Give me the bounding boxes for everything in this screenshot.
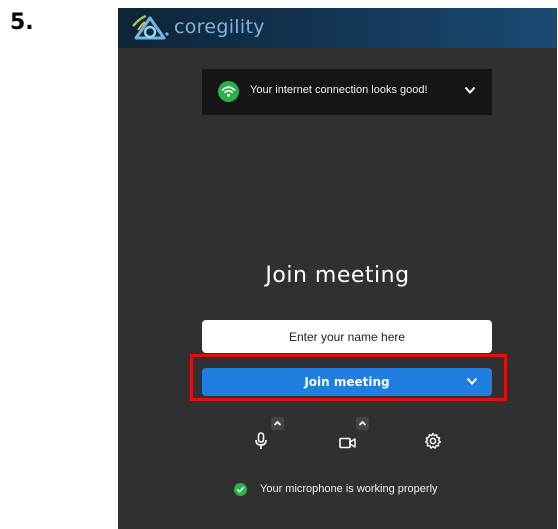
step-number: 5.: [10, 10, 34, 35]
gear-icon: [425, 432, 441, 449]
chevron-up-icon: [358, 420, 367, 426]
microphone-options-button[interactable]: [271, 417, 284, 430]
join-meeting-button[interactable]: Join meeting: [202, 368, 492, 396]
chevron-down-icon[interactable]: [466, 377, 478, 386]
settings-button[interactable]: [424, 432, 442, 455]
mic-status-text: Your microphone is working properly: [260, 483, 438, 495]
chevron-down-icon[interactable]: [464, 86, 476, 95]
camera-options-button[interactable]: [356, 417, 369, 430]
brand-name: coregility: [174, 16, 265, 38]
connection-status-text: Your internet connection looks good!: [250, 84, 428, 96]
connection-banner[interactable]: Your internet connection looks good!: [202, 69, 492, 115]
camera-icon: [339, 437, 356, 449]
microphone-icon: [255, 432, 267, 449]
name-input[interactable]: [202, 320, 492, 353]
camera-button[interactable]: [339, 436, 356, 454]
app-window: coregility Your internet connection look…: [118, 8, 557, 529]
microphone-button[interactable]: [254, 432, 268, 455]
app-header: coregility: [118, 8, 557, 48]
chevron-up-icon: [273, 420, 282, 426]
page-title: Join meeting: [265, 263, 410, 288]
logo-icon: [132, 14, 169, 40]
join-meeting-label: Join meeting: [304, 375, 390, 389]
wifi-icon: [218, 81, 239, 102]
check-icon: [234, 483, 247, 496]
